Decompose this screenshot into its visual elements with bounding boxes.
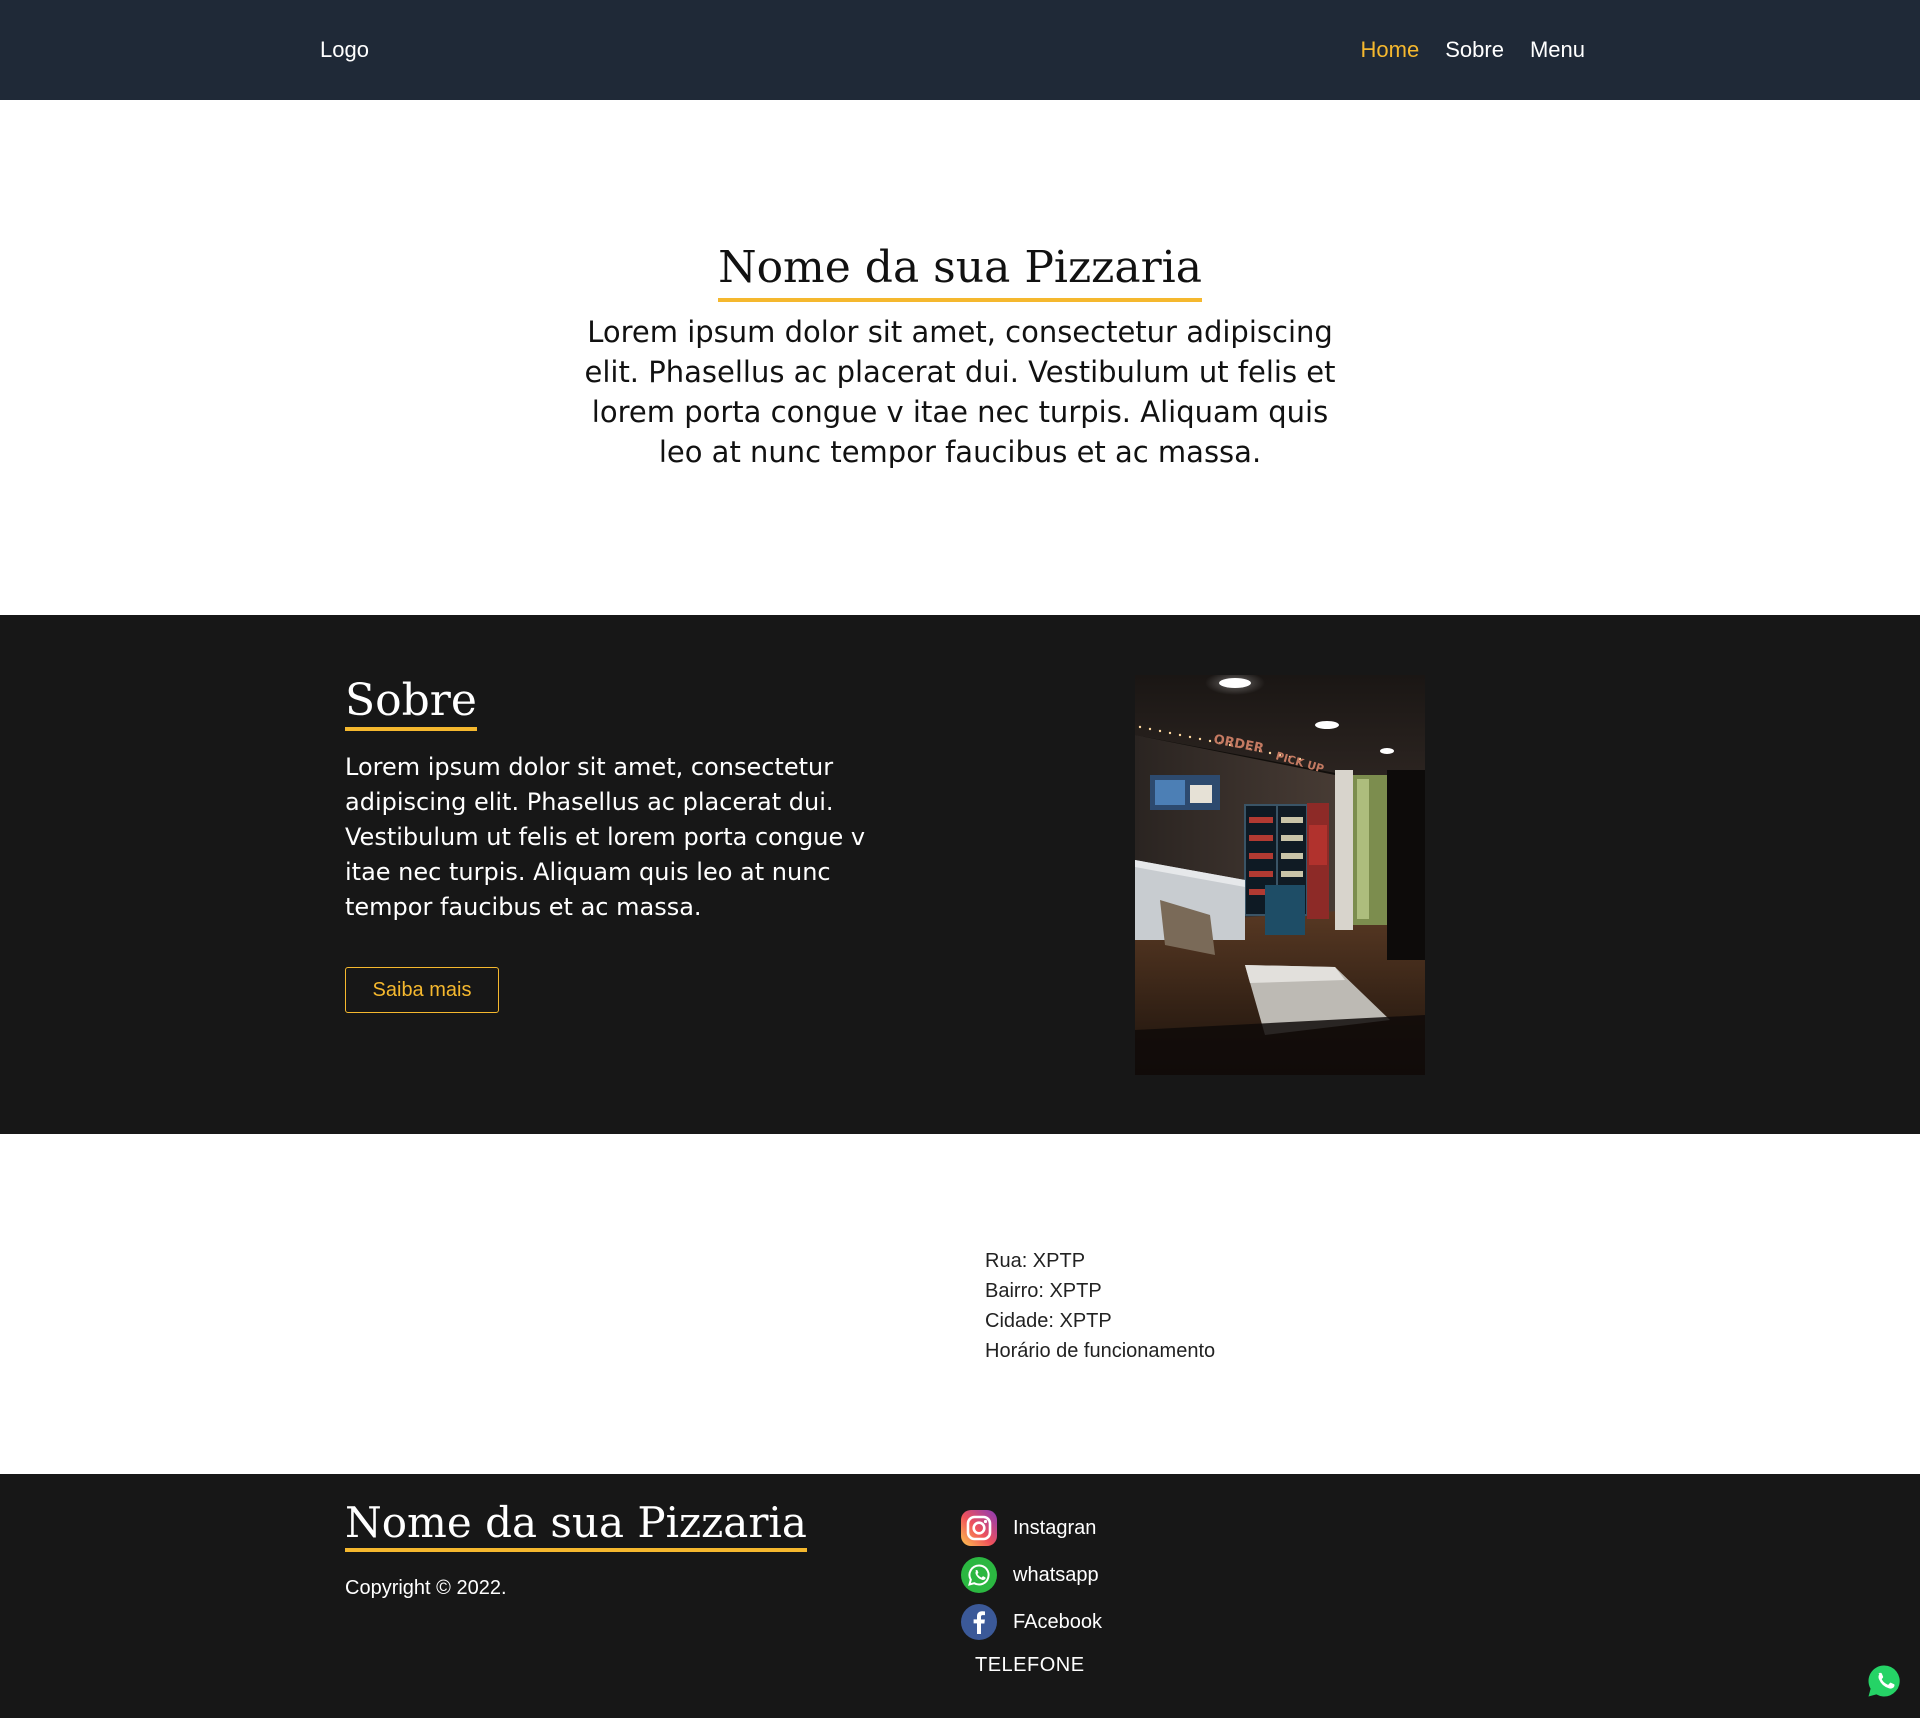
whatsapp-label: whatsapp	[1013, 1563, 1099, 1586]
instagram-label: Instagran	[1013, 1516, 1097, 1539]
site-header: Logo Home Sobre Menu	[0, 0, 1920, 100]
whatsapp-link[interactable]: whatsapp	[960, 1555, 1102, 1595]
nav-home-link[interactable]: Home	[1361, 38, 1420, 62]
facebook-link[interactable]: FAcebook	[960, 1602, 1102, 1642]
footer-title-wrapper: Nome da sua Pizzaria	[345, 1498, 807, 1552]
nav-menu-link[interactable]: Menu	[1530, 38, 1585, 62]
address-block: Rua: XPTP Bairro: XPTP Cidade: XPTP Horá…	[985, 1246, 1215, 1366]
hero-section: Nome da sua Pizzaria Lorem ipsum dolor s…	[0, 100, 1920, 615]
copyright-text: Copyright © 2022.	[345, 1577, 507, 1599]
address-cidade: Cidade: XPTP	[985, 1310, 1112, 1332]
hero-description: Lorem ipsum dolor sit amet, consectetur …	[584, 315, 1336, 469]
saiba-mais-button[interactable]: Saiba mais	[345, 967, 499, 1013]
site-footer: Nome da sua Pizzaria Copyright © 2022. I…	[0, 1474, 1920, 1718]
main-nav: Home Sobre Menu	[1361, 38, 1585, 62]
social-links: Instagran whatsapp FAcebook	[960, 1508, 1102, 1649]
pizzeria-interior-photo: ORDER PICK UP	[1135, 675, 1425, 1075]
logo-link[interactable]: Logo	[320, 38, 369, 62]
footer-title: Nome da sua Pizzaria	[345, 1498, 807, 1552]
telefone-text: TELEFONE	[975, 1654, 1085, 1676]
sobre-title: Sobre	[345, 675, 477, 731]
whatsapp-float-button[interactable]	[1867, 1664, 1901, 1698]
address-horario: Horário de funcionamento	[985, 1340, 1216, 1362]
instagram-link[interactable]: Instagran	[960, 1508, 1102, 1548]
sobre-title-wrapper: Sobre	[345, 675, 477, 731]
instagram-icon	[960, 1509, 998, 1547]
address-rua: Rua: XPTP	[985, 1250, 1086, 1272]
whatsapp-float-icon	[1867, 1664, 1901, 1698]
whatsapp-icon	[960, 1556, 998, 1594]
sobre-description: Lorem ipsum dolor sit amet, consectetur …	[345, 753, 866, 921]
nav-sobre-link[interactable]: Sobre	[1445, 38, 1504, 62]
facebook-icon	[960, 1603, 998, 1641]
hero-title-wrapper: Nome da sua Pizzaria	[0, 240, 1920, 302]
address-bairro: Bairro: XPTP	[985, 1280, 1102, 1302]
facebook-label: FAcebook	[1013, 1610, 1102, 1633]
hero-title: Nome da sua Pizzaria	[718, 240, 1202, 302]
sobre-section: Sobre Lorem ipsum dolor sit amet, consec…	[0, 615, 1920, 1134]
